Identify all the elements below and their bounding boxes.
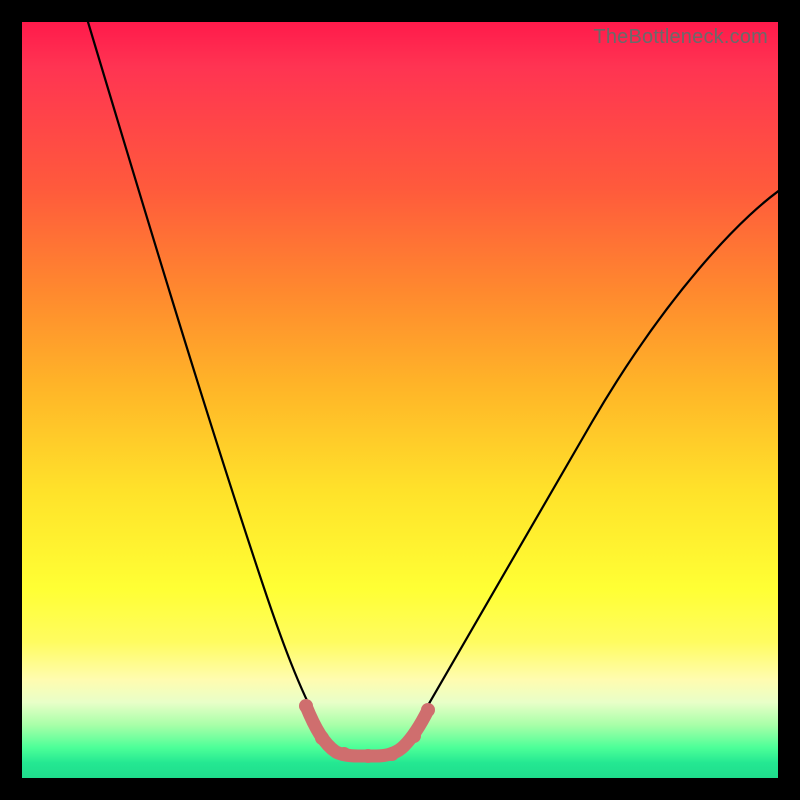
accent-dot: [385, 747, 399, 761]
plot-area: TheBottleneck.com: [22, 22, 778, 778]
bottleneck-curve: [22, 22, 778, 778]
accent-dot: [299, 699, 313, 713]
accent-dot: [421, 703, 435, 717]
curve-main-path: [82, 2, 792, 752]
chart-frame: TheBottleneck.com: [0, 0, 800, 800]
accent-dot: [315, 731, 329, 745]
accent-dot: [337, 747, 351, 761]
accent-dot: [407, 729, 421, 743]
accent-dot: [361, 749, 375, 763]
